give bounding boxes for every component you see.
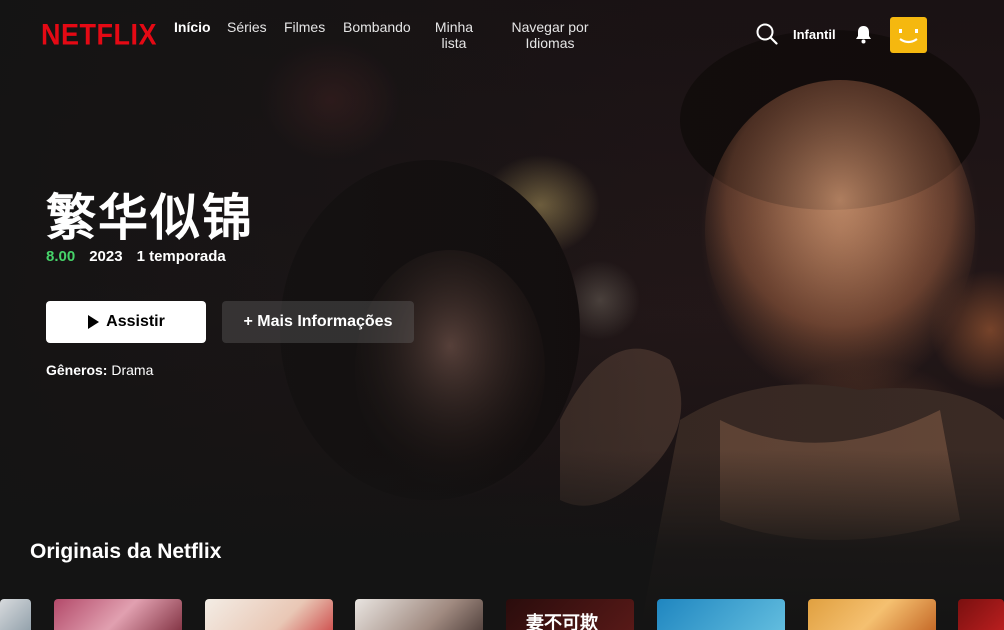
search-icon[interactable] bbox=[756, 23, 778, 50]
kids-link[interactable]: Infantil bbox=[793, 27, 836, 42]
release-year: 2023 bbox=[89, 248, 123, 265]
row-thumbnail[interactable] bbox=[355, 599, 483, 630]
profile-avatar[interactable] bbox=[890, 17, 927, 53]
genres-value: Drama bbox=[111, 362, 154, 378]
play-icon bbox=[88, 315, 100, 329]
row-thumbnail[interactable] bbox=[657, 599, 785, 630]
hero-title: 繁华似锦 bbox=[46, 189, 254, 247]
nav-link-navegar-idiomas[interactable]: Navegar por Idiomas bbox=[505, 19, 595, 51]
more-info-label: + Mais Informações bbox=[243, 313, 393, 330]
nav-link-filmes[interactable]: Filmes bbox=[284, 19, 325, 35]
bell-icon[interactable] bbox=[855, 25, 872, 49]
more-info-button[interactable]: + Mais Informações bbox=[222, 301, 414, 343]
nav-link-series[interactable]: Séries bbox=[227, 19, 267, 35]
play-button-label: Assistir bbox=[106, 313, 165, 330]
hero-meta: 8.00 2023 1 temporada bbox=[46, 248, 226, 265]
row-title: Originais da Netflix bbox=[30, 540, 222, 563]
rating: 8.00 bbox=[46, 248, 76, 265]
smile-face-icon bbox=[899, 29, 918, 44]
row-thumbnail[interactable] bbox=[205, 599, 333, 630]
row-thumbnail[interactable]: 妻不可欺 bbox=[506, 599, 634, 630]
genres-line: Gêneros: Drama bbox=[46, 362, 153, 378]
netflix-logo[interactable]: NETFLIX bbox=[41, 19, 157, 52]
row-thumbnail[interactable] bbox=[54, 599, 182, 630]
season-count: 1 temporada bbox=[136, 248, 226, 265]
row-thumbnail[interactable] bbox=[808, 599, 936, 630]
row-thumbnail[interactable] bbox=[958, 599, 1004, 630]
thumbnail-title: 妻不可欺 bbox=[526, 613, 598, 630]
nav-link-minha-lista[interactable]: Minha lista bbox=[428, 19, 480, 51]
play-button[interactable]: Assistir bbox=[46, 301, 206, 343]
nav-link-inicio[interactable]: Início bbox=[174, 19, 211, 35]
row-thumbnail[interactable] bbox=[0, 599, 31, 630]
top-nav: NETFLIX Início Séries Filmes Bombando Mi… bbox=[0, 0, 1004, 70]
genres-label: Gêneros: bbox=[46, 362, 108, 378]
nav-link-bombando[interactable]: Bombando bbox=[343, 19, 411, 35]
